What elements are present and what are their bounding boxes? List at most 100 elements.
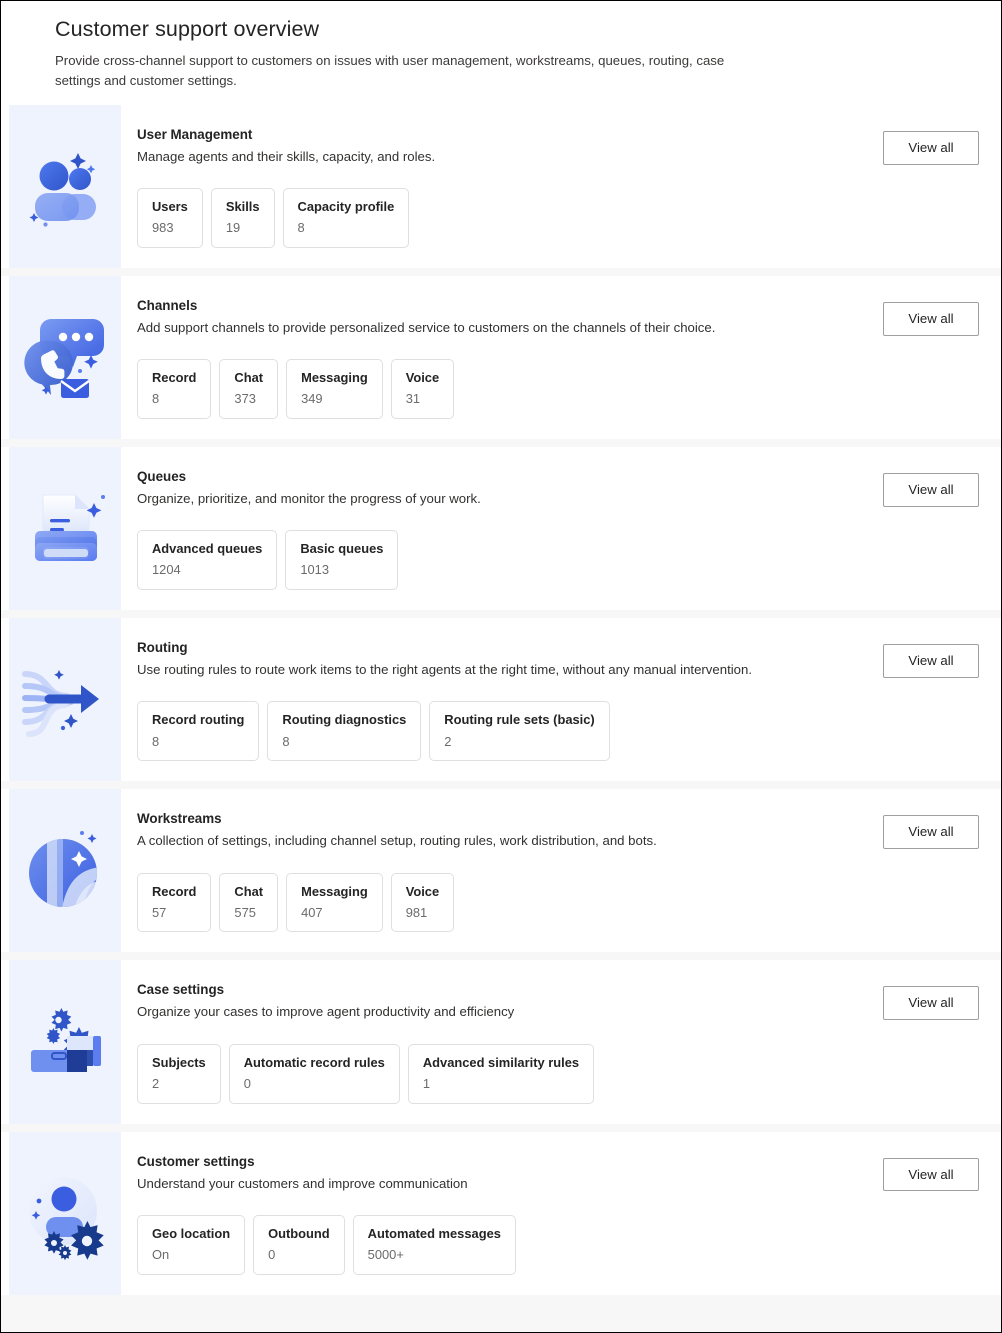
card-icon-panel: [9, 276, 121, 440]
stat-tile-label: Outbound: [268, 1225, 330, 1241]
stat-tile-label: Messaging: [301, 883, 368, 899]
view-all-button[interactable]: View all: [883, 473, 979, 508]
stat-tile[interactable]: Chat 373: [219, 359, 279, 420]
card-description: Organize your cases to improve agent pro…: [137, 1004, 515, 1020]
stat-tile[interactable]: Messaging 407: [286, 872, 383, 933]
stat-tile-label: Voice: [405, 370, 440, 386]
stat-tile-label: Routing diagnostics: [282, 712, 407, 728]
workstreams-sphere-icon: [21, 823, 109, 919]
stat-tile-label: Automatic record rules: [243, 1054, 385, 1070]
queue-document-tray-icon: [21, 481, 109, 577]
stat-tile-label: Messaging: [301, 370, 368, 386]
stat-tile-value: On: [152, 1246, 170, 1262]
stat-tile[interactable]: Subjects 2: [137, 1043, 221, 1104]
stat-tile-value: 8: [282, 733, 290, 749]
stat-tile[interactable]: Record routing 8: [137, 701, 260, 762]
stat-tile-value: 981: [405, 904, 428, 920]
stat-tile-label: Routing rule sets (basic): [444, 712, 595, 728]
card-body: User Management Manage agents and their …: [121, 105, 1001, 268]
stat-tile-row: Record 57 Chat 575 Messaging 407 Voice 9…: [137, 872, 859, 933]
stat-tile-label: Advanced similarity rules: [422, 1054, 580, 1070]
stat-tile-value: 57: [152, 904, 167, 920]
card-title: Customer settings: [137, 1153, 255, 1169]
card-description: Understand your customers and improve co…: [137, 1175, 468, 1191]
stat-tile-label: Record routing: [152, 712, 245, 728]
view-all-button[interactable]: View all: [883, 131, 979, 165]
view-all-button[interactable]: View all: [883, 815, 979, 850]
stat-tile-row: Subjects 2 Automatic record rules 0 Adva…: [137, 1043, 859, 1104]
stat-tile[interactable]: Geo location On: [137, 1214, 246, 1275]
card-description: Use routing rules to route work items to…: [137, 662, 752, 678]
stat-tile[interactable]: Record 57: [137, 872, 212, 933]
card-action-area: View all: [859, 127, 979, 248]
card-action-area: View all: [859, 298, 979, 419]
overview-card: Routing Use routing rules to route work …: [1, 618, 1001, 782]
card-action-area: View all: [859, 1154, 979, 1275]
stat-tile-row: Record 8 Chat 373 Messaging 349 Voice 31: [137, 359, 859, 420]
stat-tile[interactable]: Routing diagnostics 8: [267, 701, 422, 762]
stat-tile[interactable]: Messaging 349: [286, 359, 383, 420]
stat-tile-label: Subjects: [152, 1054, 206, 1070]
view-all-button[interactable]: View all: [883, 986, 979, 1021]
card-main: Workstreams A collection of settings, in…: [137, 811, 859, 933]
card-action-area: View all: [859, 982, 979, 1103]
chat-channels-icon: [21, 309, 109, 407]
view-all-button[interactable]: View all: [883, 1157, 979, 1192]
card-body: Case settings Organize your cases to imp…: [121, 960, 1001, 1123]
stat-tile-value: 8: [152, 733, 160, 749]
stat-tile[interactable]: Automatic record rules 0: [228, 1043, 400, 1104]
overview-card: Case settings Organize your cases to imp…: [1, 960, 1001, 1124]
stat-tile[interactable]: Skills 19: [210, 188, 275, 249]
stat-tile[interactable]: Record 8: [137, 359, 212, 420]
view-all-button[interactable]: View all: [883, 644, 979, 679]
card-icon-panel: [9, 618, 121, 782]
view-all-button[interactable]: View all: [883, 302, 979, 336]
card-description: Add support channels to provide personal…: [137, 320, 716, 336]
stat-tile-value: 349: [301, 391, 323, 407]
stat-tile-label: Record: [152, 370, 197, 386]
card-body: Channels Add support channels to provide…: [121, 276, 1001, 439]
stat-tile[interactable]: Routing rule sets (basic) 2: [429, 701, 610, 762]
stat-tile-label: Automated messages: [367, 1225, 501, 1241]
stat-tile-label: Users: [152, 199, 188, 215]
stat-tile-value: 2: [444, 733, 452, 749]
stat-tile[interactable]: Automated messages 5000+: [352, 1214, 516, 1275]
routing-arrow-icon: [19, 652, 111, 748]
page-title: Customer support overview: [55, 17, 320, 41]
stat-tile[interactable]: Outbound 0: [253, 1214, 345, 1275]
overview-card: Queues Organize, prioritize, and monitor…: [1, 447, 1001, 611]
card-main: User Management Manage agents and their …: [137, 127, 859, 249]
stat-tile-value: 983: [152, 220, 174, 236]
stat-tile[interactable]: Basic queues 1013: [285, 530, 399, 591]
stat-tile-label: Voice: [405, 883, 440, 899]
stat-tile[interactable]: Users 983: [137, 188, 203, 249]
card-body: Customer settings Understand your custom…: [121, 1132, 1001, 1295]
stat-tile-value: 19: [225, 220, 241, 236]
card-title: Workstreams: [137, 811, 222, 827]
stat-tile[interactable]: Voice 31: [390, 359, 455, 420]
page-header: Customer support overview Provide cross-…: [1, 1, 1001, 105]
overview-card: Customer settings Understand your custom…: [1, 1131, 1001, 1295]
card-body: Workstreams A collection of settings, in…: [121, 789, 1001, 952]
users-group-icon: [22, 139, 108, 235]
stat-tile[interactable]: Advanced queues 1204: [137, 530, 278, 591]
stat-tile-value: 31: [405, 391, 421, 407]
stat-tile-label: Geo location: [152, 1225, 231, 1241]
stat-tile-value: 0: [268, 1246, 276, 1262]
card-action-area: View all: [859, 811, 979, 932]
stat-tile-value: 8: [152, 391, 160, 407]
stat-tile[interactable]: Capacity profile 8: [282, 188, 410, 249]
stat-tile-value: 1: [422, 1075, 431, 1091]
card-icon-panel: [9, 1131, 121, 1295]
card-description: A collection of settings, including chan…: [137, 833, 657, 849]
stat-tile[interactable]: Voice 981: [390, 872, 455, 933]
stat-tile[interactable]: Chat 575: [219, 872, 279, 933]
overview-card: Workstreams A collection of settings, in…: [1, 789, 1001, 953]
overview-card: Channels Add support channels to provide…: [1, 276, 1001, 440]
card-main: Channels Add support channels to provide…: [137, 298, 859, 420]
card-main: Customer settings Understand your custom…: [137, 1154, 859, 1275]
customer-support-overview-page: Customer support overview Provide cross-…: [1, 1, 1001, 1332]
stat-tile[interactable]: Advanced similarity rules 1: [407, 1043, 595, 1104]
stat-tile-label: Basic queues: [300, 541, 384, 557]
card-icon-panel: [9, 789, 121, 953]
